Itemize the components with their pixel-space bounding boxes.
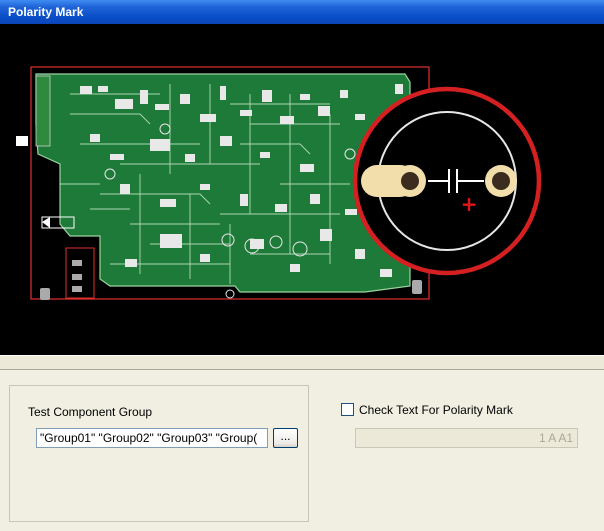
splitter[interactable] xyxy=(0,355,604,370)
pcb-preview-canvas[interactable]: + xyxy=(0,24,604,355)
polarity-text-input[interactable]: 1 A A1 xyxy=(355,428,578,448)
pcb-preview-svg: + xyxy=(16,66,542,300)
test-point-marker xyxy=(16,136,28,146)
browse-groups-button[interactable]: ... xyxy=(273,428,298,448)
window-title: Polarity Mark xyxy=(8,5,84,19)
check-text-polarity-label[interactable]: Check Text For Polarity Mark xyxy=(359,403,513,417)
arrow-left-icon xyxy=(42,217,50,228)
edge-connector xyxy=(35,75,51,147)
polarity-plus-mark: + xyxy=(461,192,478,216)
test-component-group-label: Test Component Group xyxy=(28,405,153,419)
window-titlebar: Polarity Mark xyxy=(0,0,604,24)
check-text-polarity-checkbox[interactable] xyxy=(341,403,354,416)
test-component-group-input[interactable]: "Group01" "Group02" "Group03" "Group( xyxy=(36,428,268,448)
polarity-zoom-view: + xyxy=(352,86,542,276)
options-panel: Test Component Group "Group01" "Group02"… xyxy=(0,369,604,531)
